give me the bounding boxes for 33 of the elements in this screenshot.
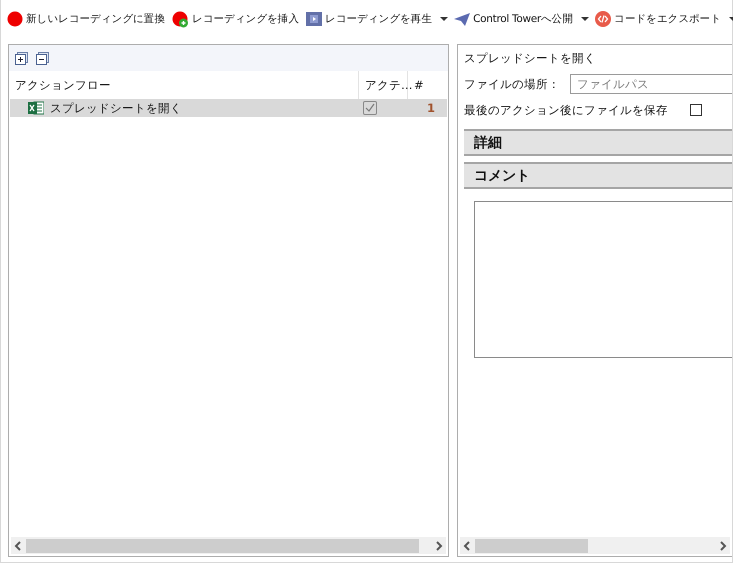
field-label: 最後のアクション後にファイルを保存 [464,102,668,118]
toolbar-button[interactable]: レコーディングを挿入 [170,8,302,30]
caret-icon[interactable] [439,14,450,24]
file-path-field[interactable]: ファイルパス [570,74,732,94]
paper-plane-icon [454,12,470,26]
scrollbar[interactable] [11,537,446,554]
action-name: スプレッドシートを開く [50,100,182,116]
section-header[interactable]: コメント [464,162,732,189]
expand-all-icon[interactable] [15,52,28,64]
toolbar-button[interactable]: コードをエクスポート [593,9,724,29]
field-label: ファイルの場所： [464,76,560,92]
save-checkbox[interactable] [690,104,702,116]
scrollbar-thumb[interactable] [475,538,588,552]
check-icon [365,103,375,113]
spreadsheet-icon [28,101,44,115]
record-add-icon [172,10,190,28]
code-icon [595,11,612,27]
column-header[interactable]: # [408,71,448,99]
section-header[interactable]: 詳細 [464,129,732,156]
comment-field[interactable] [474,201,732,358]
caret-icon[interactable] [580,14,590,24]
active-checkbox[interactable] [363,101,377,115]
step-number: 1 [426,101,436,115]
toolbar-button[interactable]: 新しいレコーディングに置換 [5,9,168,29]
record-icon [7,11,23,27]
scrollbar[interactable] [460,537,730,554]
scrollbar-thumb[interactable] [26,538,419,552]
properties-title: スプレッドシートを開く [464,51,597,67]
action-row[interactable]: スプレッドシートを開く 1 [10,99,447,117]
toolbar-button[interactable]: レコーディングを再生 [304,10,434,28]
film-icon [306,12,322,26]
toolbar-button[interactable]: Control Towerへ公開 [452,10,576,28]
collapse-all-icon[interactable] [36,52,49,64]
